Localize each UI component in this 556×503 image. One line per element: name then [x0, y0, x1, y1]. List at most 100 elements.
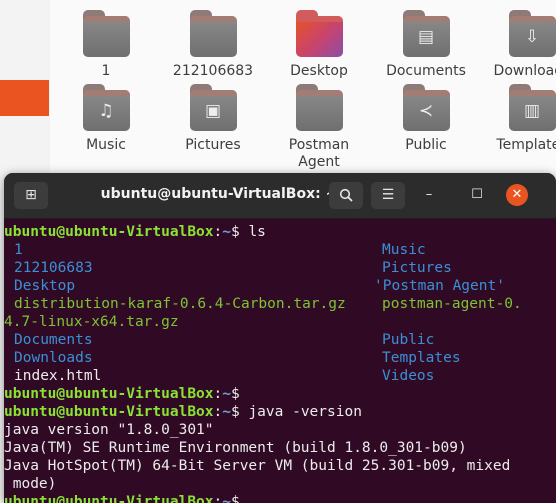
folder-label: Downloads — [493, 63, 556, 79]
output-line: java version "1.8.0_301" — [4, 422, 214, 438]
archive-entry: postman-agent-0. — [382, 296, 522, 312]
dir-entry: Public — [382, 332, 435, 348]
folder-label: Music — [86, 137, 126, 153]
folder-label: Public — [405, 137, 447, 153]
folder-postman-agent[interactable]: Postman Agent — [269, 84, 369, 171]
dir-entry: Music — [382, 242, 426, 258]
pictures-folder-icon: ▣ — [189, 84, 237, 131]
hamburger-menu-icon: ☰ — [381, 187, 395, 203]
templates-folder-icon: ▥ — [508, 84, 556, 131]
folder-label: 212106683 — [172, 63, 254, 79]
folder-label: Templates — [496, 137, 556, 153]
public-folder-icon: ≺ — [402, 84, 450, 131]
output-line: Java(TM) SE Runtime Environment (build 1… — [4, 440, 467, 456]
terminal-titlebar[interactable]: ⊞ ubuntu@ubuntu-VirtualBox: ~ ☰ – ☐ ✕ — [4, 173, 556, 219]
prompt-sign: $ — [230, 386, 240, 402]
prompt-user: ubuntu@ubuntu-VirtualBox — [4, 386, 214, 402]
ls-entry: 1 — [14, 241, 23, 259]
prompt-separator: : — [213, 224, 223, 240]
maximize-icon: ☐ — [471, 187, 483, 202]
prompt-user: ubuntu@ubuntu-VirtualBox — [4, 404, 214, 420]
ls-entry: Videos — [382, 367, 434, 385]
folder-label: Pictures — [185, 137, 241, 153]
prompt-sign: $ — [230, 224, 240, 240]
ls-entry: 'Postman Agent' — [374, 277, 505, 295]
ls-entry: postman-agent-0. — [382, 295, 522, 313]
prompt-line: ubuntu@ubuntu-VirtualBox:~$ ls — [4, 223, 266, 241]
folder-label: 1 — [101, 63, 111, 79]
prompt-separator: : — [213, 404, 223, 420]
terminal-output[interactable]: ubuntu@ubuntu-VirtualBox:~$ ls 1 Music 2… — [4, 219, 556, 503]
ls-entry: Public — [382, 331, 434, 349]
new-tab-icon: ⊞ — [25, 187, 37, 203]
output-line: Java HotSpot(TM) 64-Bit Server VM (build… — [4, 458, 511, 474]
archive-entry: distribution-karaf-0.6.4-Carbon.tar.gz — [14, 296, 346, 312]
dir-entry: Downloads — [14, 350, 93, 366]
prompt-line: ubuntu@ubuntu-VirtualBox:~$ java -versio… — [4, 403, 362, 421]
new-tab-button[interactable]: ⊞ — [14, 182, 48, 209]
folder-1[interactable]: 1 — [56, 10, 156, 80]
prompt-path: ~ — [222, 404, 231, 420]
folder-templates[interactable]: ▥ Templates — [482, 84, 556, 154]
maximize-button[interactable]: ☐ — [466, 184, 488, 206]
folder-downloads[interactable]: ⇩ Downloads — [482, 10, 556, 80]
folder-icon — [82, 10, 130, 57]
ls-entry: Pictures — [382, 259, 452, 277]
files-icon-grid: 1 212106683 Desktop ▤ Documents ⇩ Downlo… — [50, 0, 556, 180]
folder-pictures[interactable]: ▣ Pictures — [163, 84, 263, 154]
terminal-window[interactable]: ⊞ ubuntu@ubuntu-VirtualBox: ~ ☰ – ☐ ✕ ub… — [4, 173, 556, 503]
sidebar-active-item[interactable] — [0, 80, 49, 116]
documents-folder-icon: ▤ — [402, 10, 450, 57]
folder-public[interactable]: ≺ Public — [376, 84, 476, 154]
close-icon: ✕ — [511, 187, 523, 202]
folder-desktop[interactable]: Desktop — [269, 10, 369, 80]
folder-label: Postman Agent — [288, 137, 350, 170]
folder-label: Documents — [386, 63, 466, 79]
folder-icon — [295, 84, 343, 131]
prompt-user: ubuntu@ubuntu-VirtualBox — [4, 224, 214, 240]
window-title: ubuntu@ubuntu-VirtualBox: ~ — [100, 186, 338, 202]
dir-entry: Videos — [382, 368, 435, 384]
dir-entry: 'Postman Agent' — [374, 278, 505, 294]
ls-entry: Documents — [14, 331, 93, 349]
output-line: mode) — [4, 476, 57, 492]
folder-icon — [189, 10, 237, 57]
command-text: java -version — [239, 404, 362, 420]
ls-entry: 4.7-linux-x64.tar.gz — [4, 313, 179, 331]
file-entry: index.html — [14, 368, 102, 384]
ls-entry: Desktop — [14, 277, 75, 295]
minimize-button[interactable]: – — [418, 184, 440, 206]
dir-entry: 212106683 — [14, 260, 93, 276]
dir-entry: Pictures — [382, 260, 452, 276]
dir-entry: Templates — [382, 350, 461, 366]
folder-documents[interactable]: ▤ Documents — [376, 10, 476, 80]
archive-entry-wrap: 4.7-linux-x64.tar.gz — [4, 314, 179, 330]
downloads-folder-icon: ⇩ — [508, 10, 556, 57]
folder-label: Desktop — [290, 63, 348, 79]
minimize-icon: – — [425, 187, 433, 202]
prompt-sign: $ — [230, 404, 240, 420]
ls-entry: Music — [382, 241, 426, 259]
dir-entry: Desktop — [14, 278, 76, 294]
search-button[interactable] — [329, 182, 363, 209]
menu-button[interactable]: ☰ — [371, 182, 405, 209]
prompt-line: ubuntu@ubuntu-VirtualBox:~$ — [4, 493, 240, 503]
ls-entry: 212106683 — [14, 259, 93, 277]
ls-entry: distribution-karaf-0.6.4-Carbon.tar.gz — [14, 295, 346, 313]
dir-entry: 1 — [14, 242, 23, 258]
ls-entry: Templates — [382, 349, 461, 367]
folder-212106683[interactable]: 212106683 — [163, 10, 263, 80]
music-folder-icon: ♫ — [82, 84, 130, 131]
prompt-line: ubuntu@ubuntu-VirtualBox:~$ — [4, 385, 240, 403]
prompt-separator: : — [213, 386, 223, 402]
dir-entry: Documents — [14, 332, 93, 348]
search-icon — [339, 188, 353, 202]
desktop-folder-icon — [295, 10, 343, 57]
command-text: ls — [239, 224, 266, 240]
ls-entry: index.html — [14, 367, 101, 385]
close-button[interactable]: ✕ — [506, 184, 528, 206]
prompt-path: ~ — [222, 386, 231, 402]
folder-music[interactable]: ♫ Music — [56, 84, 156, 154]
ls-entry: Downloads — [14, 349, 93, 367]
prompt-path: ~ — [222, 224, 231, 240]
